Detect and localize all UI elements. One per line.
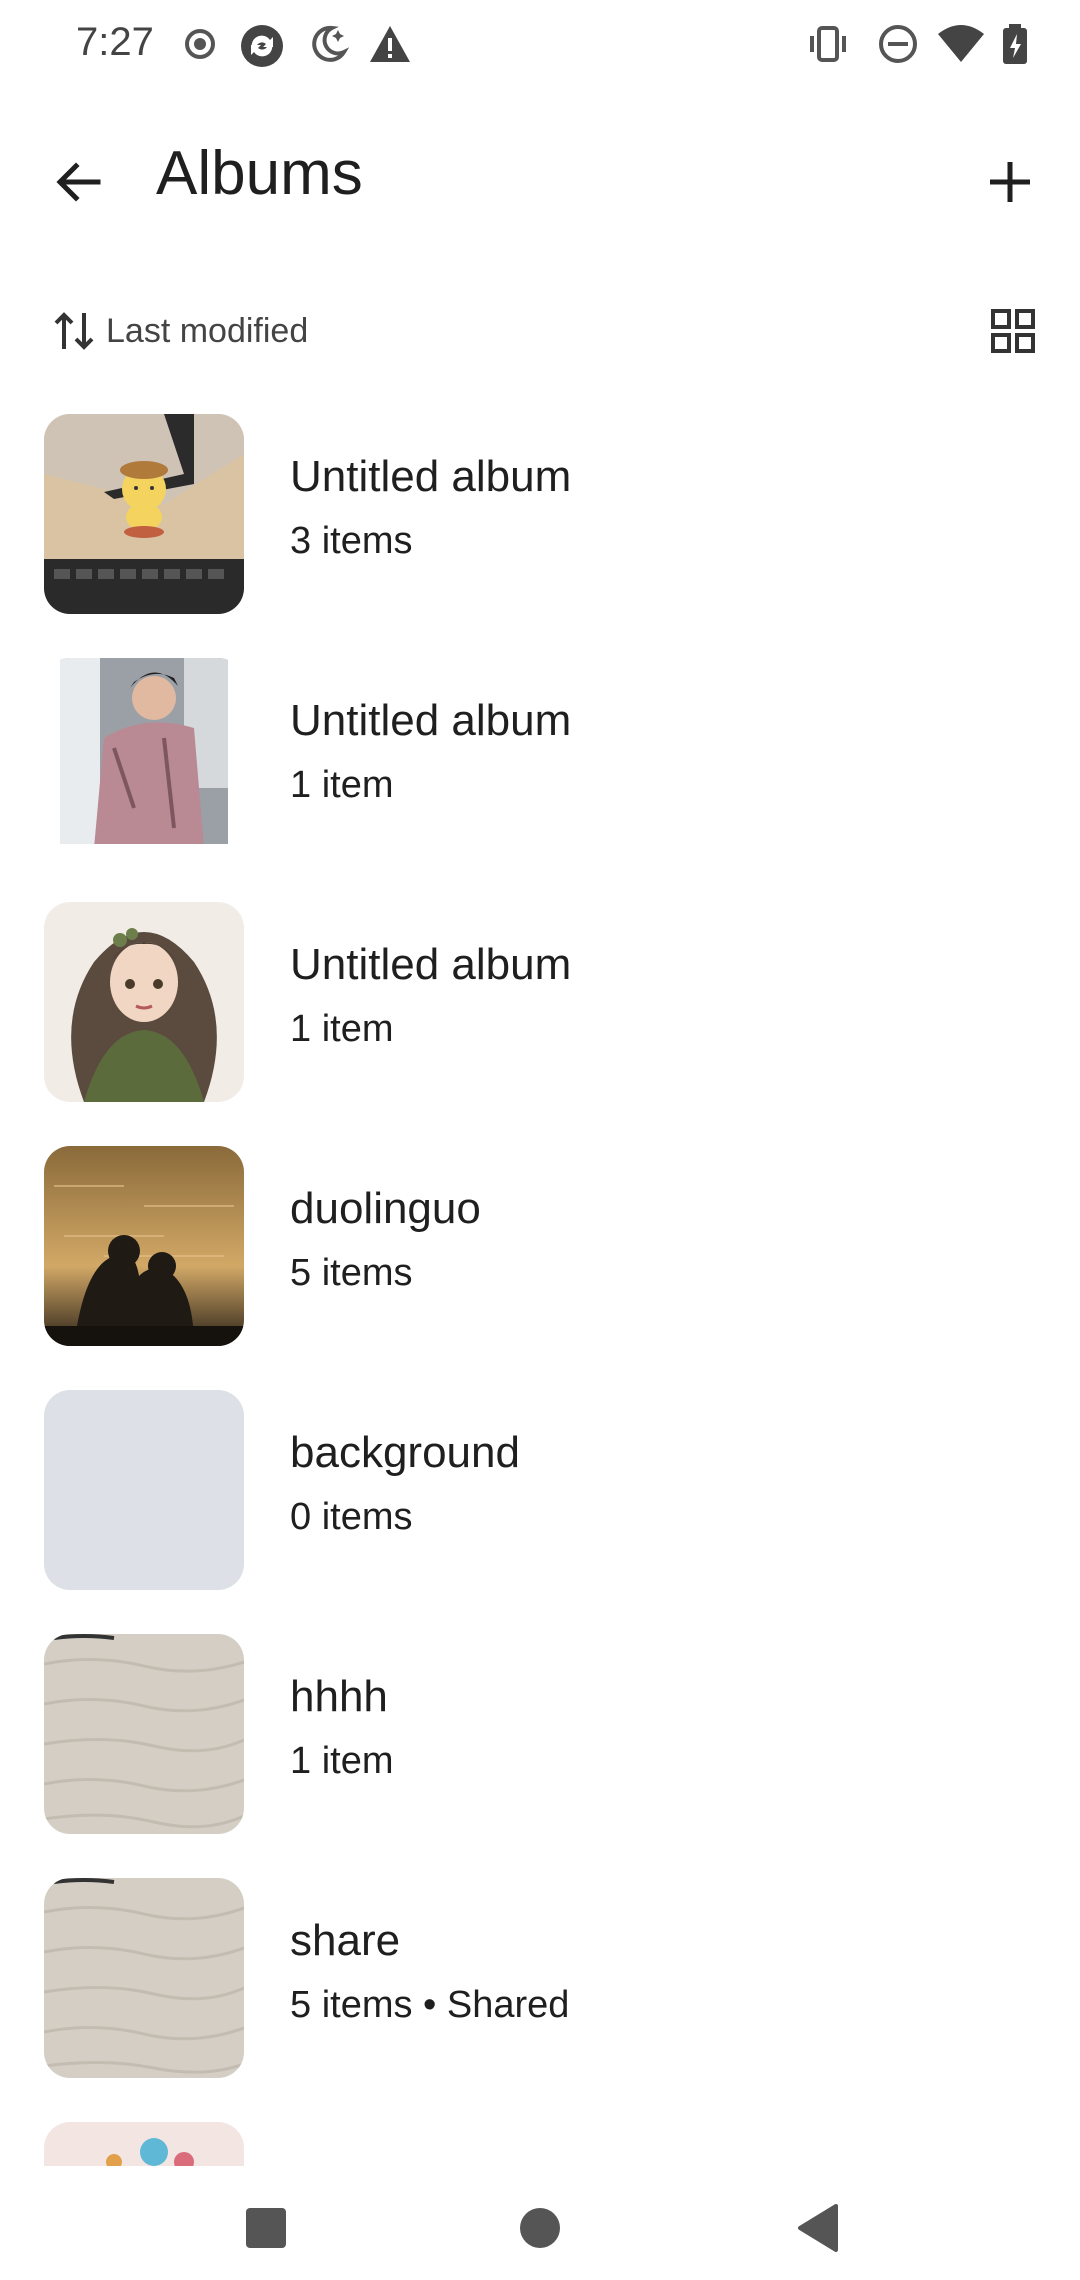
album-item[interactable]: Untitled album 1 item [0, 898, 1080, 1118]
album-item[interactable]: duolinguo 5 items [0, 1142, 1080, 1362]
grid-view-button[interactable] [978, 296, 1048, 366]
album-name: Untitled album [290, 452, 572, 501]
do-not-disturb-icon [876, 22, 920, 66]
grid-view-icon [991, 309, 1035, 353]
status-time: 7:27 [76, 20, 154, 64]
sort-row: Last modified [0, 290, 1080, 370]
night-mode-icon [306, 22, 350, 66]
back-button[interactable] [36, 140, 120, 224]
album-thumbnail [44, 414, 244, 614]
album-name: Untitled album [290, 696, 572, 745]
app-bar: Albums [0, 110, 1080, 230]
album-count: 1 item [290, 1008, 394, 1050]
album-thumbnail [44, 1878, 244, 2078]
sort-button[interactable]: Last modified [52, 296, 308, 366]
wifi-icon [936, 22, 984, 66]
sync-icon [238, 22, 283, 67]
record-icon [178, 22, 222, 66]
arrow-back-icon [56, 162, 101, 202]
album-item[interactable] [0, 2118, 1080, 2166]
album-item[interactable]: Untitled album 1 item [0, 654, 1080, 874]
album-thumbnail [44, 1146, 244, 1346]
album-thumbnail [44, 1634, 244, 1834]
album-name: share [290, 1916, 401, 1965]
alert-icon [368, 22, 412, 66]
album-item[interactable]: hhhh 1 item [0, 1630, 1080, 1850]
navigation-bar [0, 2166, 1080, 2280]
album-item[interactable]: share 5 items • Shared [0, 1874, 1080, 2094]
album-list: Untitled album 3 items Untitled album 1 … [0, 410, 1080, 2166]
sort-label: Last modified [106, 311, 309, 350]
album-name: duolinguo [290, 1184, 481, 1233]
album-count: 5 items [290, 1252, 413, 1294]
album-item[interactable]: background 0 items [0, 1386, 1080, 1606]
album-name: Untitled album [290, 940, 572, 989]
circle-icon [520, 2208, 560, 2248]
album-thumbnail [44, 902, 244, 1102]
album-count: 0 items [290, 1496, 413, 1538]
album-count: 1 item [290, 1740, 394, 1782]
square-icon [246, 2208, 286, 2248]
album-name: background [290, 1428, 520, 1477]
status-bar: 7:27 [0, 0, 1080, 90]
home-button[interactable] [500, 2188, 580, 2268]
battery-charging-icon [1000, 22, 1044, 66]
album-thumbnail [44, 2122, 244, 2166]
album-thumbnail [44, 658, 244, 858]
page-title: Albums [156, 139, 363, 208]
recents-button[interactable] [226, 2188, 306, 2268]
plus-icon [990, 162, 1030, 202]
triangle-back-icon [798, 2204, 838, 2252]
album-name: hhhh [290, 1672, 388, 1721]
album-count: 5 items • Shared [290, 1984, 570, 2026]
album-thumbnail-empty [44, 1390, 244, 1590]
album-count: 3 items [290, 520, 413, 562]
album-count: 1 item [290, 764, 394, 806]
album-item[interactable]: Untitled album 3 items [0, 410, 1080, 630]
system-back-button[interactable] [778, 2188, 858, 2268]
sort-arrows-icon [54, 312, 94, 350]
vibrate-icon [806, 22, 850, 66]
add-album-button[interactable] [968, 140, 1052, 224]
